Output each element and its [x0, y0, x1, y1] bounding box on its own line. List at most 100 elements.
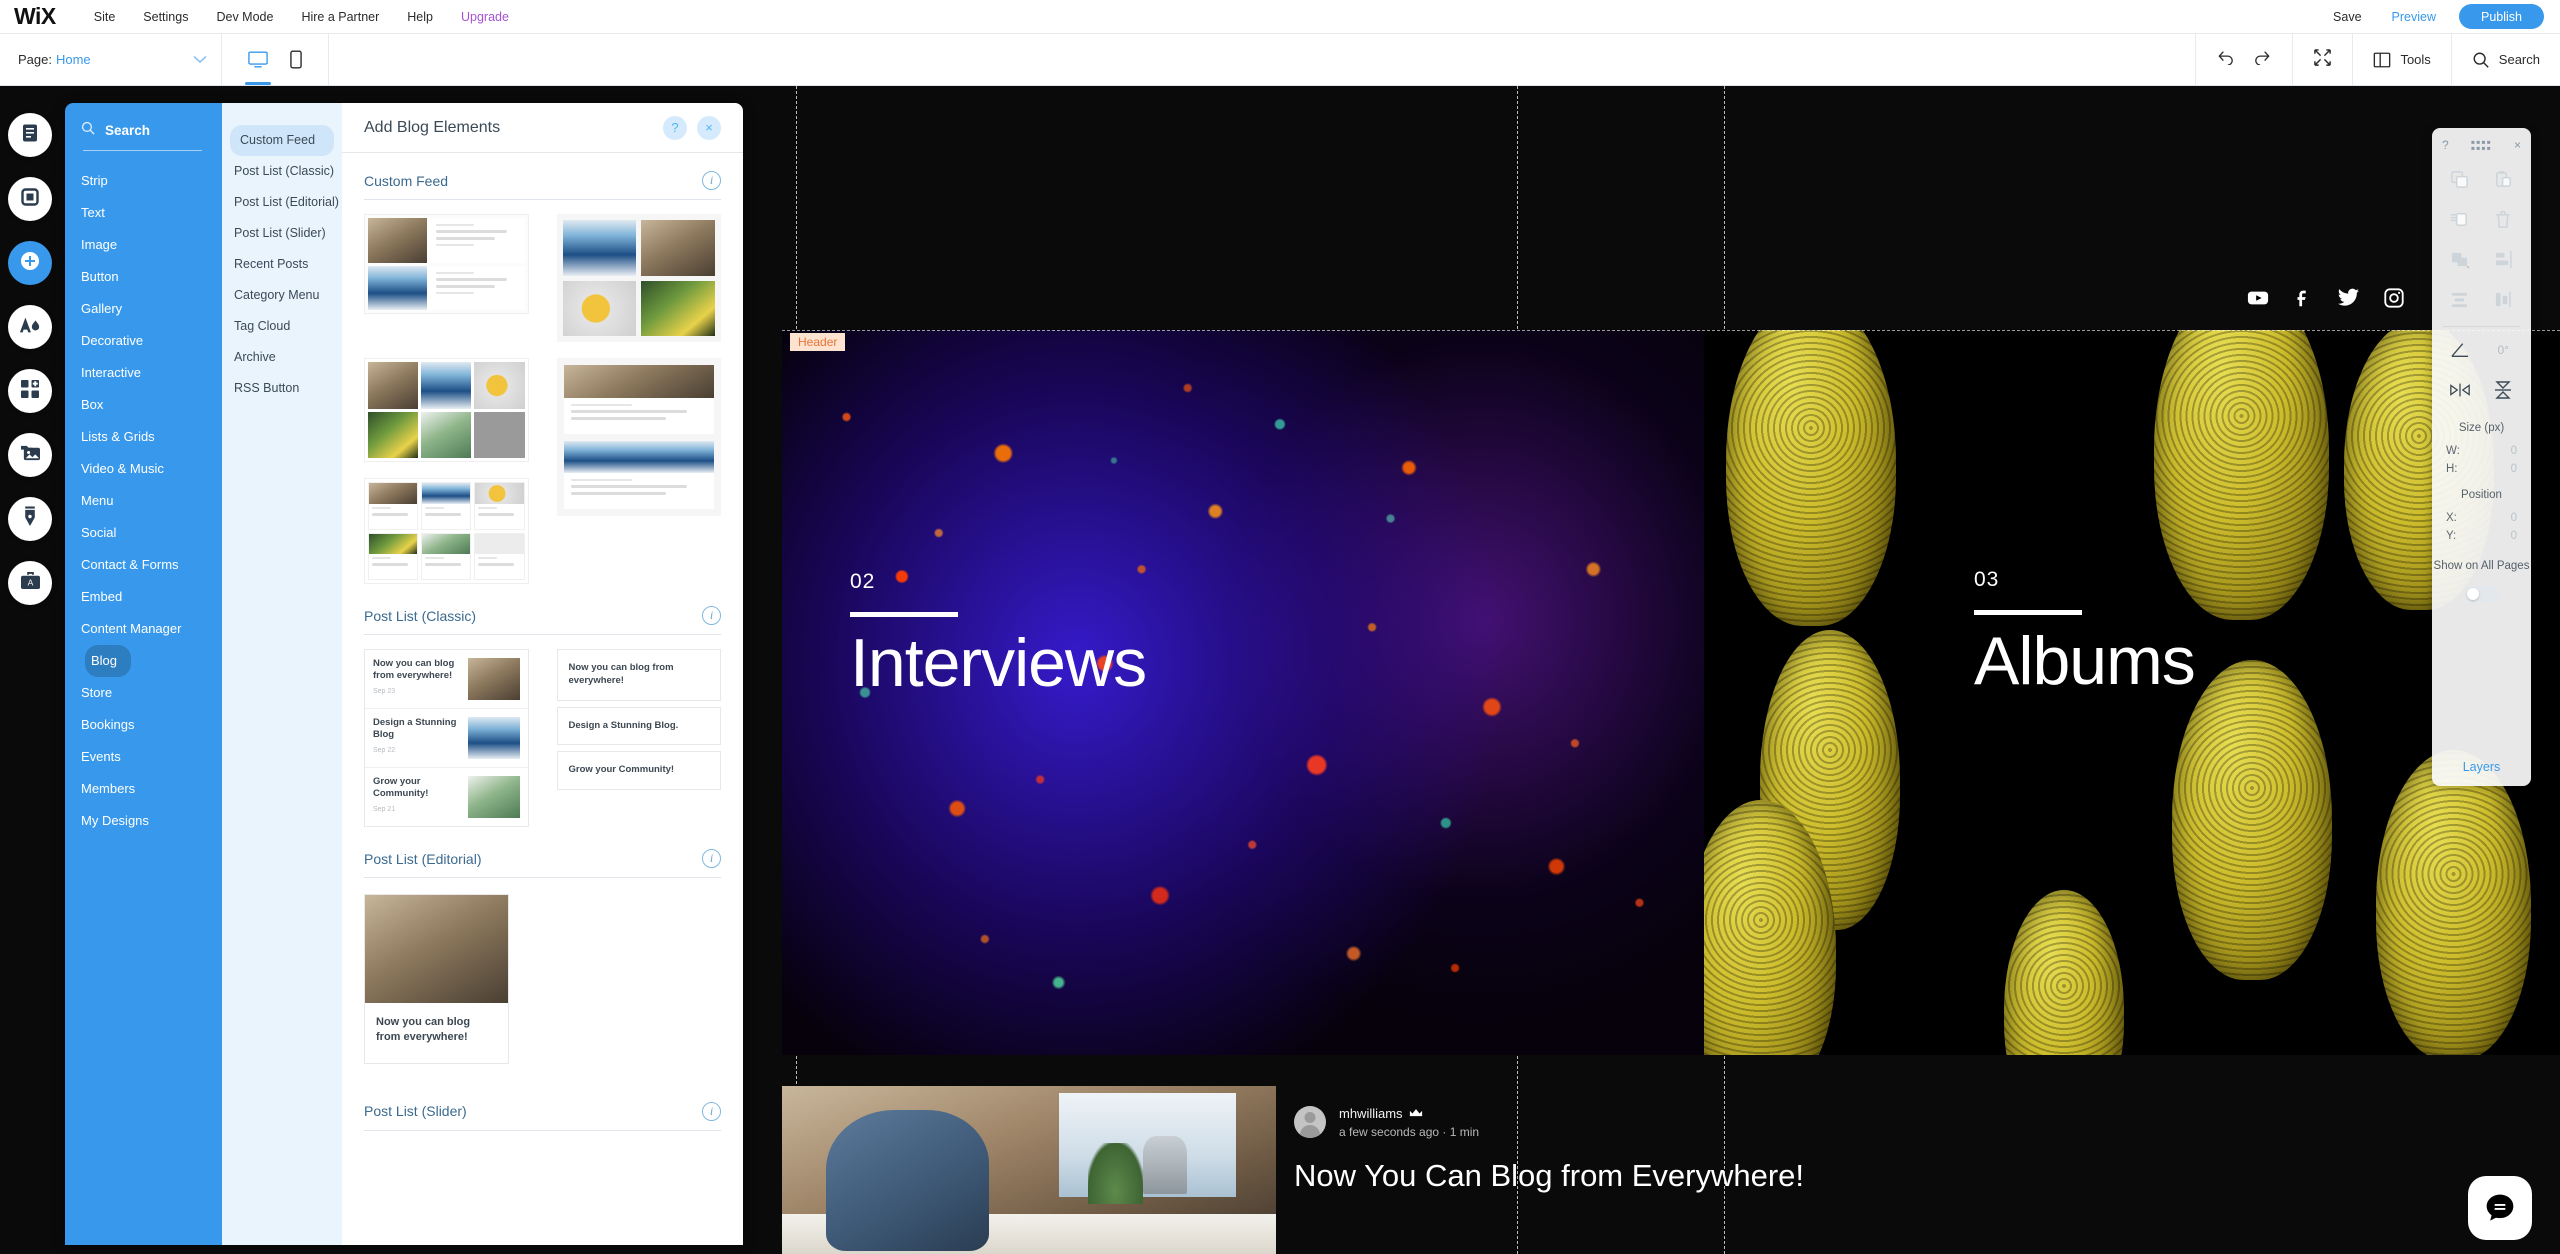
delete-icon[interactable]: [2484, 204, 2524, 234]
subcategory-item-post-list-editorial[interactable]: Post List (Editorial): [222, 187, 342, 218]
thumbnail-option[interactable]: [364, 358, 529, 462]
category-item-lists-and-grids[interactable]: Lists & Grids: [65, 421, 222, 453]
undo-icon[interactable]: [2216, 49, 2236, 70]
category-item-content-manager[interactable]: Content Manager: [65, 613, 222, 645]
category-item-store[interactable]: Store: [65, 677, 222, 709]
category-item-video-and-music[interactable]: Video & Music: [65, 453, 222, 485]
info-icon[interactable]: i: [702, 606, 721, 625]
position-y-field[interactable]: Y: 0: [2432, 527, 2531, 545]
category-item-embed[interactable]: Embed: [65, 581, 222, 613]
menu-item-settings[interactable]: Settings: [129, 0, 202, 34]
drag-grip-icon[interactable]: ▪▪▪▪ ▪▪▪▪: [2471, 136, 2492, 154]
page-selector[interactable]: Page: Home: [0, 34, 222, 85]
show-on-all-pages-toggle[interactable]: [2464, 585, 2499, 602]
twitter-icon[interactable]: [2337, 286, 2360, 309]
thumbnail-option[interactable]: [556, 358, 721, 584]
category-item-box[interactable]: Box: [65, 389, 222, 421]
category-item-text[interactable]: Text: [65, 197, 222, 229]
sidebar-item-my-uploads[interactable]: [8, 433, 52, 477]
chevron-down-icon[interactable]: [193, 52, 207, 67]
help-icon[interactable]: ?: [2442, 138, 2449, 152]
category-item-contact-and-forms[interactable]: Contact & Forms: [65, 549, 222, 581]
subcategory-item-archive[interactable]: Archive: [222, 342, 342, 373]
hero-strip[interactable]: 02 Interviews 03 Albums: [782, 330, 2560, 1055]
duplicate-icon[interactable]: [2440, 164, 2480, 194]
copy-style-icon[interactable]: [2440, 204, 2480, 234]
zoom-out-icon[interactable]: [2313, 48, 2332, 72]
desktop-view-button[interactable]: [245, 34, 271, 85]
menu-item-help[interactable]: Help: [393, 0, 447, 34]
rotate-icon[interactable]: [2440, 335, 2480, 365]
height-field[interactable]: H: 0: [2432, 460, 2531, 478]
category-item-my-designs[interactable]: My Designs: [65, 805, 222, 837]
sidebar-item-background[interactable]: [8, 177, 52, 221]
subcategory-item-post-list-slider[interactable]: Post List (Slider): [222, 218, 342, 249]
sidebar-item-my-business[interactable]: A: [8, 561, 52, 605]
help-icon[interactable]: ?: [663, 115, 687, 140]
subcategory-item-tag-cloud[interactable]: Tag Cloud: [222, 311, 342, 342]
thumbnail-option[interactable]: Now you can blog from everywhere!: [364, 894, 509, 1064]
close-icon[interactable]: ×: [2514, 138, 2521, 152]
info-icon[interactable]: i: [702, 171, 721, 190]
category-item-button[interactable]: Button: [65, 261, 222, 293]
subcategory-item-rss-button[interactable]: RSS Button: [222, 373, 342, 404]
paste-icon[interactable]: [2484, 164, 2524, 194]
panel-body[interactable]: Custom Feed i Post List (Classic) i Now …: [342, 153, 743, 1245]
category-item-gallery[interactable]: Gallery: [65, 293, 222, 325]
category-item-members[interactable]: Members: [65, 773, 222, 805]
subcategory-item-post-list-classic[interactable]: Post List (Classic): [222, 156, 342, 187]
arrange-icon[interactable]: [2440, 244, 2480, 274]
close-icon[interactable]: ×: [697, 115, 721, 140]
chat-bubble-icon[interactable]: [2468, 1176, 2532, 1240]
distribute-horizontal-icon[interactable]: [2440, 284, 2480, 314]
sidebar-item-add-apps[interactable]: [8, 369, 52, 413]
redo-icon[interactable]: [2252, 49, 2272, 70]
category-item-bookings[interactable]: Bookings: [65, 709, 222, 741]
social-icons-bar[interactable]: [2247, 286, 2405, 309]
facebook-icon[interactable]: [2292, 287, 2314, 309]
save-button[interactable]: Save: [2318, 10, 2377, 24]
flip-horizontal-icon[interactable]: [2440, 375, 2480, 405]
subcategory-item-custom-feed[interactable]: Custom Feed: [230, 125, 334, 156]
sidebar-item-menus-and-pages[interactable]: [8, 113, 52, 157]
sidebar-item-site-design[interactable]: [8, 305, 52, 349]
align-icon[interactable]: [2484, 244, 2524, 274]
width-field[interactable]: W: 0: [2432, 442, 2531, 460]
publish-button[interactable]: Publish: [2459, 4, 2544, 29]
distribute-vertical-icon[interactable]: [2484, 284, 2524, 314]
category-item-events[interactable]: Events: [65, 741, 222, 773]
rotation-value[interactable]: 0°: [2484, 335, 2524, 365]
sidebar-item-add-elements[interactable]: [8, 241, 52, 285]
preview-button[interactable]: Preview: [2377, 10, 2451, 24]
sidebar-item-blog[interactable]: [8, 497, 52, 541]
thumbnail-option[interactable]: [364, 214, 529, 342]
category-search[interactable]: Search: [65, 121, 222, 151]
instagram-icon[interactable]: [2383, 287, 2405, 309]
subcategory-item-recent-posts[interactable]: Recent Posts: [222, 249, 342, 280]
category-item-social[interactable]: Social: [65, 517, 222, 549]
menu-item-hire-a-partner[interactable]: Hire a Partner: [287, 0, 393, 34]
layers-button[interactable]: Layers: [2463, 760, 2501, 774]
wix-logo[interactable]: WiX: [14, 5, 56, 28]
subcategory-item-category-menu[interactable]: Category Menu: [222, 280, 342, 311]
youtube-icon[interactable]: [2247, 287, 2269, 309]
header-section-label[interactable]: Header: [790, 333, 846, 351]
info-icon[interactable]: i: [702, 1101, 721, 1121]
category-item-interactive[interactable]: Interactive: [65, 357, 222, 389]
thumbnail-option[interactable]: Now you can blog from everywhere! Sep 23…: [364, 649, 529, 827]
flip-vertical-icon[interactable]: [2484, 375, 2524, 405]
category-item-decorative[interactable]: Decorative: [65, 325, 222, 357]
category-item-image[interactable]: Image: [65, 229, 222, 261]
thumbnail-option[interactable]: [364, 478, 529, 584]
blog-post-preview[interactable]: mhwilliams a few seconds ago · 1 min Now…: [782, 1086, 2560, 1254]
menu-item-upgrade[interactable]: Upgrade: [447, 0, 523, 34]
menu-item-dev-mode[interactable]: Dev Mode: [202, 0, 287, 34]
search-input[interactable]: Search: [105, 123, 150, 138]
category-item-blog[interactable]: Blog: [85, 645, 132, 677]
info-icon[interactable]: i: [702, 849, 721, 868]
category-item-menu[interactable]: Menu: [65, 485, 222, 517]
search-button[interactable]: Search: [2472, 51, 2540, 69]
tools-button[interactable]: Tools: [2373, 51, 2431, 69]
position-x-field[interactable]: X: 0: [2432, 509, 2531, 527]
category-item-strip[interactable]: Strip: [65, 165, 222, 197]
